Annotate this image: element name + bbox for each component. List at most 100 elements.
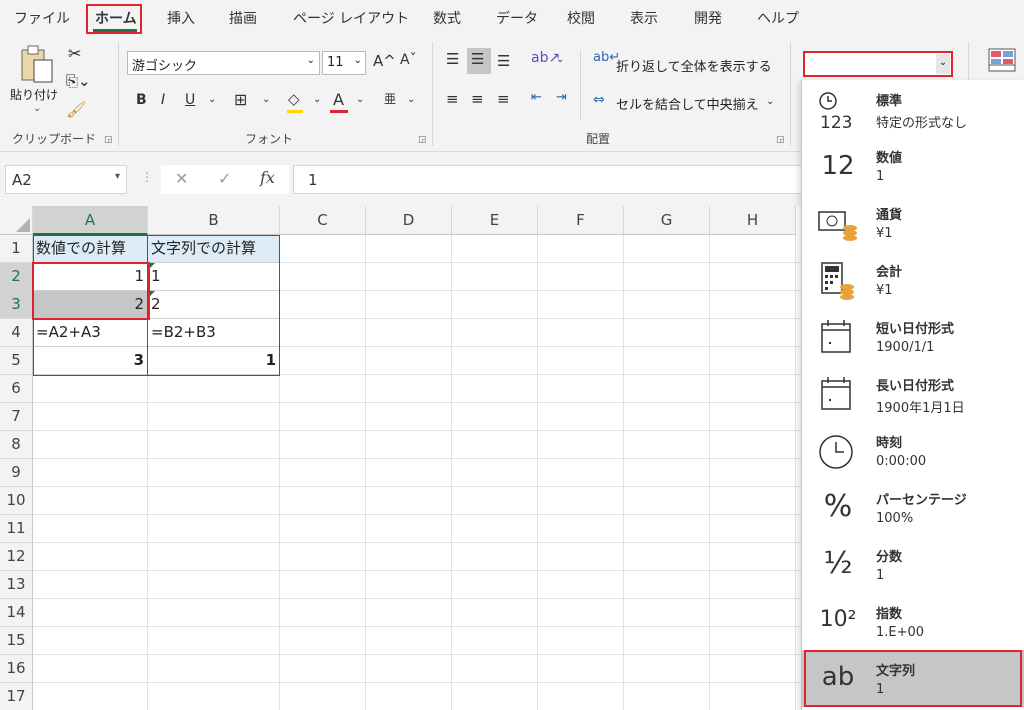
row-header-15[interactable]: 15 — [0, 627, 33, 655]
column-header-h[interactable]: H — [710, 206, 796, 235]
borders-icon[interactable]: ⊞ — [234, 90, 247, 109]
font-launcher-icon[interactable]: ◲ — [418, 135, 427, 145]
cell-b3[interactable]: 2 — [148, 291, 280, 319]
row-header-3[interactable]: 3 — [0, 291, 33, 319]
tab-formulas[interactable]: 数式 — [433, 8, 461, 28]
alignment-launcher-icon[interactable]: ◲ — [776, 135, 785, 145]
shrink-font-button[interactable]: Aˇ — [400, 52, 417, 68]
row-header-4[interactable]: 4 — [0, 319, 33, 347]
orientation-dropdown-icon[interactable]: ⌄ — [556, 54, 564, 65]
borders-dropdown-icon[interactable]: ⌄ — [262, 94, 270, 105]
row-header-14[interactable]: 14 — [0, 599, 33, 627]
column-header-b[interactable]: B — [148, 206, 280, 235]
tab-review[interactable]: 校閲 — [567, 8, 595, 28]
conditional-formatting-icon[interactable] — [988, 48, 1016, 76]
tab-data[interactable]: データ — [496, 8, 538, 28]
paste-label[interactable]: 貼り付け — [10, 86, 58, 103]
row-header-8[interactable]: 8 — [0, 431, 33, 459]
column-header-f[interactable]: F — [538, 206, 624, 235]
tab-developer[interactable]: 開発 — [694, 8, 722, 28]
format-option-5[interactable]: 短い日付形式 1900/1/1 — [802, 308, 1024, 365]
align-center-icon[interactable]: ≡ — [471, 90, 484, 108]
cell-b1[interactable]: 文字列での計算 — [148, 235, 280, 263]
format-painter-icon[interactable]: 🖌 — [66, 100, 86, 119]
clipboard-launcher-icon[interactable]: ◲ — [104, 135, 113, 145]
cell-a4[interactable]: =A2+A3 — [33, 319, 148, 347]
row-header-11[interactable]: 11 — [0, 515, 33, 543]
format-option-4[interactable]: 会計 ¥1 — [802, 251, 1024, 308]
format-option-7[interactable]: 時刻 0:00:00 — [802, 422, 1024, 479]
format-option-8[interactable]: % パーセンテージ 100% — [802, 479, 1024, 536]
row-header-2[interactable]: 2 — [0, 263, 33, 291]
phonetic-dropdown-icon[interactable]: ⌄ — [407, 94, 415, 105]
column-header-d[interactable]: D — [366, 206, 452, 235]
cell-b5[interactable]: 1 — [148, 347, 280, 375]
row-header-16[interactable]: 16 — [0, 655, 33, 683]
cell-b4[interactable]: =B2+B3 — [148, 319, 280, 347]
merge-center-icon[interactable]: ⇔ — [593, 92, 605, 108]
row-header-12[interactable]: 12 — [0, 543, 33, 571]
font-size-dropdown[interactable]: 11 ⌄ — [322, 51, 366, 75]
paste-icon[interactable] — [18, 44, 56, 86]
cut-icon[interactable]: ✂ — [68, 44, 81, 63]
merge-dropdown-icon[interactable]: ⌄ — [766, 96, 774, 107]
tab-draw[interactable]: 描画 — [229, 8, 257, 28]
paste-dropdown-icon[interactable]: ⌄ — [33, 103, 41, 114]
font-size-value: 11 — [327, 55, 344, 70]
row-header-7[interactable]: 7 — [0, 403, 33, 431]
tab-help[interactable]: ヘルプ — [757, 8, 799, 28]
format-option-2[interactable]: 12 数値 1 — [802, 137, 1024, 194]
underline-button[interactable]: U — [185, 92, 195, 108]
row-header-10[interactable]: 10 — [0, 487, 33, 515]
format-option-10[interactable]: 10² 指数 1.E+00 — [802, 593, 1024, 650]
column-header-e[interactable]: E — [452, 206, 538, 235]
select-all-corner[interactable] — [0, 206, 33, 235]
cancel-icon[interactable]: ✕ — [175, 169, 188, 188]
wrap-text-button[interactable]: 折り返して全体を表示する — [616, 56, 772, 75]
grow-font-button[interactable]: A^ — [373, 52, 396, 70]
format-option-9[interactable]: ½ 分数 1 — [802, 536, 1024, 593]
cell-a5[interactable]: 3 — [33, 347, 148, 375]
row-header-1[interactable]: 1 — [0, 235, 33, 263]
column-header-c[interactable]: C — [280, 206, 366, 235]
tab-page-layout[interactable]: ページ レイアウト — [293, 8, 409, 28]
align-bottom-icon[interactable]: ☰ — [497, 52, 510, 70]
tab-view[interactable]: 表示 — [630, 8, 658, 28]
formula-input[interactable]: 1 — [293, 165, 813, 194]
font-color-dropdown-icon[interactable]: ⌄ — [356, 94, 364, 105]
decrease-indent-icon[interactable]: ⇤ — [531, 90, 542, 105]
tab-file[interactable]: ファイル — [14, 8, 70, 28]
name-box[interactable]: A2 ▾ — [5, 165, 127, 194]
align-top-icon[interactable]: ☰ — [446, 50, 459, 68]
phonetic-button[interactable]: 亜 — [384, 90, 396, 107]
cell-a1[interactable]: 数値での計算 — [33, 235, 148, 263]
row-header-17[interactable]: 17 — [0, 683, 33, 710]
row-header-13[interactable]: 13 — [0, 571, 33, 599]
row-header-6[interactable]: 6 — [0, 375, 33, 403]
align-right-icon[interactable]: ≡ — [497, 90, 510, 108]
font-name-dropdown[interactable]: 游ゴシック ⌄ — [127, 51, 320, 75]
enter-icon[interactable]: ✓ — [218, 169, 231, 188]
font-color-button[interactable]: A — [333, 90, 344, 109]
column-header-g[interactable]: G — [624, 206, 710, 235]
fill-dropdown-icon[interactable]: ⌄ — [313, 94, 321, 105]
format-option-3[interactable]: 通貨 ¥1 — [802, 194, 1024, 251]
merge-center-button[interactable]: セルを結合して中央揃え — [616, 94, 759, 113]
bold-button[interactable]: B — [136, 92, 147, 108]
fill-color-icon[interactable]: ◇ — [288, 90, 300, 108]
underline-dropdown-icon[interactable]: ⌄ — [208, 94, 216, 105]
increase-indent-icon[interactable]: ⇥ — [556, 90, 567, 105]
format-option-1[interactable]: 123 標準 特定の形式なし — [802, 80, 1024, 137]
copy-icon[interactable]: ⎘⌄ — [66, 72, 91, 90]
tab-insert[interactable]: 挿入 — [167, 8, 195, 28]
cell-b2[interactable]: 1 — [148, 263, 280, 291]
number-format-dropdown[interactable]: ⌄ — [803, 51, 953, 77]
insert-function-icon[interactable]: fx — [260, 168, 275, 187]
row-header-5[interactable]: 5 — [0, 347, 33, 375]
row-header-9[interactable]: 9 — [0, 459, 33, 487]
italic-button[interactable]: I — [161, 92, 165, 108]
align-left-icon[interactable]: ≡ — [446, 90, 459, 108]
align-middle-icon[interactable]: ☰ — [471, 50, 484, 68]
column-header-a[interactable]: A — [33, 206, 148, 235]
format-option-6[interactable]: 長い日付形式 1900年1月1日 — [802, 365, 1024, 422]
